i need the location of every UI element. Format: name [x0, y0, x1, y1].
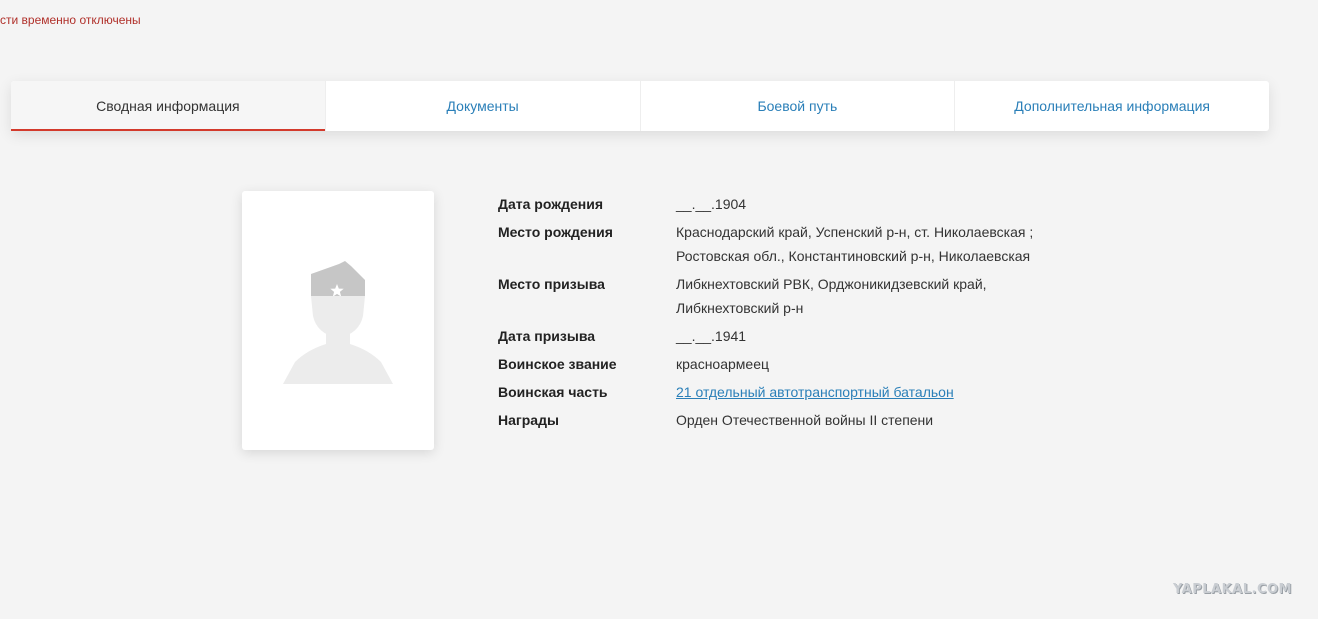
info-row-rank: Воинское звание красноармеец [498, 356, 1058, 376]
birth-place-value: Краснодарский край, Успенский р-н, ст. Н… [676, 224, 1034, 264]
watermark-text: YAPLAKAL.COM [1173, 582, 1292, 597]
info-row-draft-date: Дата призыва __.__.1941 [498, 328, 1058, 348]
awards-label: Награды [498, 412, 559, 428]
tab-documents[interactable]: Документы [324, 81, 640, 131]
info-row-birth-date: Дата рождения __.__.1904 [498, 196, 1058, 216]
birth-date-value: __.__.1904 [676, 196, 747, 212]
birth-place-label: Место рождения [498, 224, 613, 240]
birth-date-label: Дата рождения [498, 196, 604, 212]
info-list: Дата рождения __.__.1904 Место рождения … [498, 196, 1058, 440]
tab-summary[interactable]: Сводная информация [11, 81, 325, 131]
awards-value: Орден Отечественной войны II степени [676, 412, 934, 428]
draft-place-value: Либкнехтовский РВК, Орджоникидзевский кр… [676, 276, 987, 316]
draft-place-label: Место призыва [498, 276, 605, 292]
info-row-draft-place: Место призыва Либкнехтовский РВК, Орджон… [498, 276, 1058, 320]
info-row-unit: Воинская часть 21 отдельный автотранспор… [498, 384, 1058, 404]
tab-bar: Сводная информация Документы Боевой путь… [11, 81, 1269, 131]
photo-card [242, 191, 434, 450]
tab-combat-path[interactable]: Боевой путь [639, 81, 955, 131]
rank-label: Воинское звание [498, 356, 617, 372]
unit-link[interactable]: 21 отдельный автотранспортный батальон [676, 384, 954, 400]
rank-value: красноармеец [676, 356, 770, 372]
soldier-silhouette-icon [283, 260, 393, 384]
unit-label: Воинская часть [498, 384, 608, 400]
draft-date-value: __.__.1941 [676, 328, 747, 344]
tab-additional-info[interactable]: Дополнительная информация [954, 81, 1269, 131]
info-row-birth-place: Место рождения Краснодарский край, Успен… [498, 224, 1058, 268]
notice-text: сти временно отключены [0, 13, 141, 27]
draft-date-label: Дата призыва [498, 328, 596, 344]
info-row-awards: Награды Орден Отечественной войны II сте… [498, 412, 1058, 432]
